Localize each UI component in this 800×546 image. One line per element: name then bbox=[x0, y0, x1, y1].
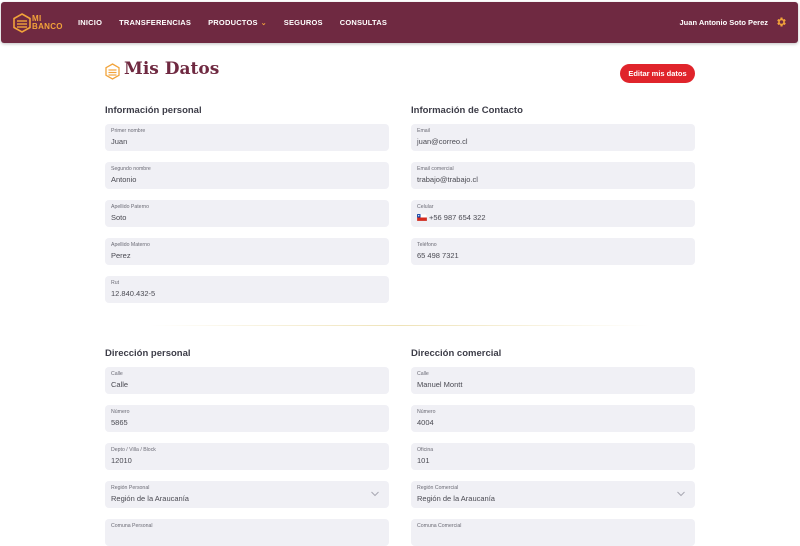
nav-item-inicio[interactable]: INICIO bbox=[78, 18, 102, 27]
second-name-field[interactable]: Segundo nombre Antonio bbox=[105, 162, 389, 189]
commercial-number-field[interactable]: Número 4004 bbox=[411, 405, 695, 432]
field-value: 12.840.432-5 bbox=[111, 289, 156, 298]
field-label: Celular bbox=[417, 204, 434, 210]
mi-banco-logo[interactable]: MI BANCO bbox=[13, 13, 63, 33]
commercial-region-select[interactable]: Región Comercial Región de la Araucanía bbox=[411, 481, 695, 508]
edit-my-data-button[interactable]: Editar mis datos bbox=[620, 64, 695, 83]
rut-field[interactable]: Rut 12.840.432-5 bbox=[105, 276, 389, 303]
chevron-down-icon bbox=[677, 491, 685, 497]
field-label: Comuna Personal bbox=[111, 523, 153, 529]
field-label: Número bbox=[111, 409, 130, 415]
commercial-office-field[interactable]: Oficina 101 bbox=[411, 443, 695, 470]
page-title: Mis Datos bbox=[124, 59, 220, 79]
logo-text: MI BANCO bbox=[32, 15, 63, 31]
nav-item-productos-label: PRODUCTOS bbox=[208, 18, 258, 27]
field-value: Antonio bbox=[111, 175, 137, 184]
field-label: Calle bbox=[111, 371, 123, 377]
field-label: Número bbox=[417, 409, 436, 415]
commercial-email-field[interactable]: Email comercial trabajo@trabajo.cl bbox=[411, 162, 695, 189]
personal-info-title: Información personal bbox=[105, 105, 202, 116]
chevron-down-icon bbox=[371, 491, 379, 497]
field-value: Región de la Araucanía bbox=[111, 494, 189, 503]
email-field[interactable]: Email juan@correo.cl bbox=[411, 124, 695, 151]
field-value: Juan bbox=[111, 137, 128, 146]
phone-field[interactable]: Teléfono 65 498 7321 bbox=[411, 238, 695, 265]
field-value: Calle bbox=[111, 380, 129, 389]
field-value: 12010 bbox=[111, 456, 132, 465]
field-value: Soto bbox=[111, 213, 127, 222]
field-value: juan@correo.cl bbox=[417, 137, 468, 146]
main-nav: INICIO TRANSFERENCIAS PRODUCTOS ⌄ SEGURO… bbox=[78, 2, 404, 43]
first-name-field[interactable]: Primer nombre Juan bbox=[105, 124, 389, 151]
field-label: Depto / Villa / Block bbox=[111, 447, 156, 453]
mobile-phone-value: +56 987 654 322 bbox=[429, 213, 486, 222]
personal-address-title: Dirección personal bbox=[105, 348, 191, 359]
field-label: Rut bbox=[111, 280, 120, 286]
field-label: Oficina bbox=[417, 447, 434, 453]
field-value: trabajo@trabajo.cl bbox=[417, 175, 478, 184]
personal-apartment-field[interactable]: Depto / Villa / Block 12010 bbox=[105, 443, 389, 470]
field-value: Manuel Montt bbox=[417, 380, 463, 389]
chile-flag-icon bbox=[417, 214, 427, 221]
maternal-surname-field[interactable]: Apellido Materno Perez bbox=[105, 238, 389, 265]
nav-item-transferencias[interactable]: TRANSFERENCIAS bbox=[119, 18, 191, 27]
field-value: 5865 bbox=[111, 418, 128, 427]
personal-street-field[interactable]: Calle Calle bbox=[105, 367, 389, 394]
field-value: 4004 bbox=[417, 418, 434, 427]
commercial-address-title: Dirección comercial bbox=[411, 348, 502, 359]
field-value: 65 498 7321 bbox=[417, 251, 459, 260]
personal-comuna-select[interactable]: Comuna Personal bbox=[105, 519, 389, 546]
nav-item-productos[interactable]: PRODUCTOS ⌄ bbox=[208, 18, 267, 27]
personal-number-field[interactable]: Número 5865 bbox=[105, 405, 389, 432]
field-value: 101 bbox=[417, 456, 430, 465]
title-hexagon-icon bbox=[105, 63, 120, 80]
field-label: Apellido Materno bbox=[111, 242, 150, 248]
logo-hexagon-icon bbox=[13, 13, 31, 33]
field-label: Segundo nombre bbox=[111, 166, 151, 172]
mobile-phone-field[interactable]: Celular +56 987 654 322 bbox=[411, 200, 695, 227]
gear-icon[interactable] bbox=[775, 16, 787, 28]
user-name[interactable]: Juan Antonio Soto Perez bbox=[680, 18, 768, 27]
field-label: Primer nombre bbox=[111, 128, 146, 134]
field-value: Perez bbox=[111, 251, 131, 260]
commercial-street-field[interactable]: Calle Manuel Montt bbox=[411, 367, 695, 394]
field-label: Comuna Comercial bbox=[417, 523, 462, 529]
commercial-comuna-select[interactable]: Comuna Comercial bbox=[411, 519, 695, 546]
section-divider bbox=[150, 325, 650, 326]
chevron-down-icon: ⌄ bbox=[260, 19, 267, 27]
field-value-with-flag: +56 987 654 322 bbox=[417, 213, 486, 222]
contact-info-title: Información de Contacto bbox=[411, 105, 523, 116]
top-navbar: MI BANCO INICIO TRANSFERENCIAS PRODUCTOS… bbox=[1, 2, 798, 43]
field-label: Email bbox=[417, 128, 430, 134]
field-label: Apellido Paterno bbox=[111, 204, 150, 210]
personal-region-select[interactable]: Región Personal Región de la Araucanía bbox=[105, 481, 389, 508]
nav-item-consultas[interactable]: CONSULTAS bbox=[340, 18, 387, 27]
field-label: Calle bbox=[417, 371, 429, 377]
field-label: Teléfono bbox=[417, 242, 437, 248]
field-label: Región Personal bbox=[111, 485, 150, 491]
field-label: Email comercial bbox=[417, 166, 454, 172]
logo-text-line2: BANCO bbox=[32, 22, 63, 31]
field-value: Región de la Araucanía bbox=[417, 494, 495, 503]
paternal-surname-field[interactable]: Apellido Paterno Soto bbox=[105, 200, 389, 227]
field-label: Región Comercial bbox=[417, 485, 459, 491]
nav-item-seguros[interactable]: SEGUROS bbox=[284, 18, 323, 27]
